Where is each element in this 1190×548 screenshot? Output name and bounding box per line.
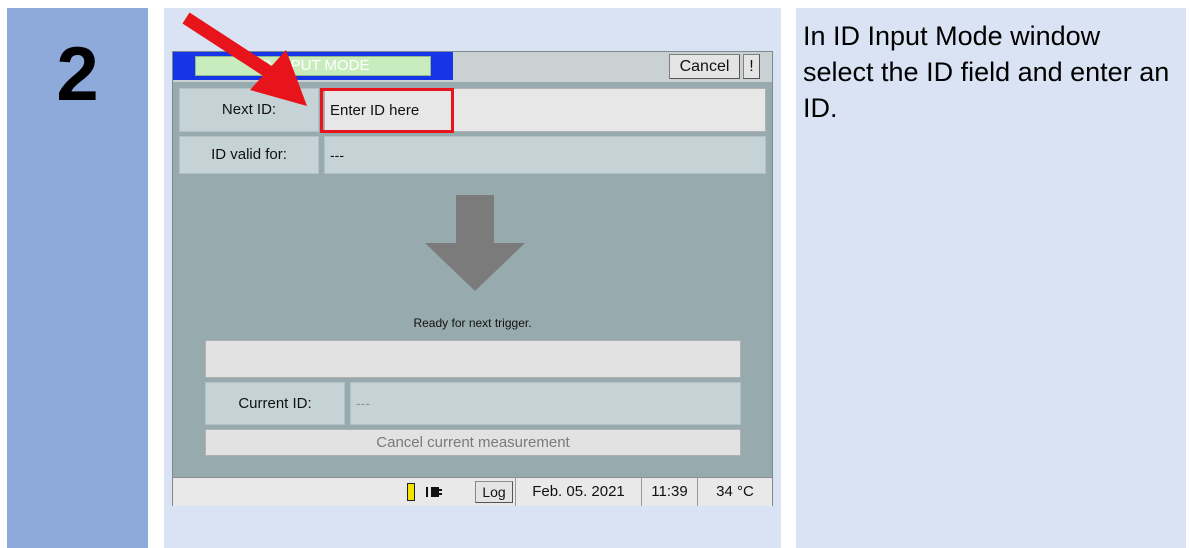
red-pointer-arrow: [182, 12, 307, 106]
instruction-text: In ID Input Mode window select the ID fi…: [803, 21, 1170, 123]
status-bar: Log Feb. 05. 2021 11:39 34 °C: [173, 477, 772, 506]
current-id-value: ---: [350, 382, 741, 425]
date-display: Feb. 05. 2021: [515, 478, 641, 506]
id-valid-for-label: ID valid for:: [179, 136, 319, 174]
cancel-measurement-button[interactable]: Cancel current measurement: [205, 429, 741, 456]
power-plug-icon: [426, 487, 442, 497]
description-panel: In ID Input Mode window select the ID fi…: [796, 8, 1186, 548]
temperature-display: 34 °C: [697, 478, 772, 506]
next-id-input[interactable]: Enter ID here: [320, 88, 454, 133]
log-button[interactable]: Log: [475, 481, 513, 503]
blank-display-field: [205, 340, 741, 378]
power-cell: [423, 478, 445, 506]
cancel-button[interactable]: Cancel: [669, 54, 740, 79]
battery-cell: [405, 478, 417, 506]
status-empty-segment: [173, 478, 405, 506]
id-valid-for-value: ---: [324, 136, 766, 174]
step-column: 2: [7, 8, 148, 548]
time-display: 11:39: [641, 478, 697, 506]
current-id-label: Current ID:: [205, 382, 345, 425]
ready-message: Ready for next trigger.: [413, 316, 532, 330]
battery-icon: [407, 483, 415, 501]
step-number: 2: [56, 32, 99, 117]
down-arrow-icon: [425, 195, 525, 291]
device-screen: ID INPUT MODE Cancel ! Next ID: Enter ID…: [172, 51, 773, 506]
alert-button[interactable]: !: [743, 54, 760, 79]
